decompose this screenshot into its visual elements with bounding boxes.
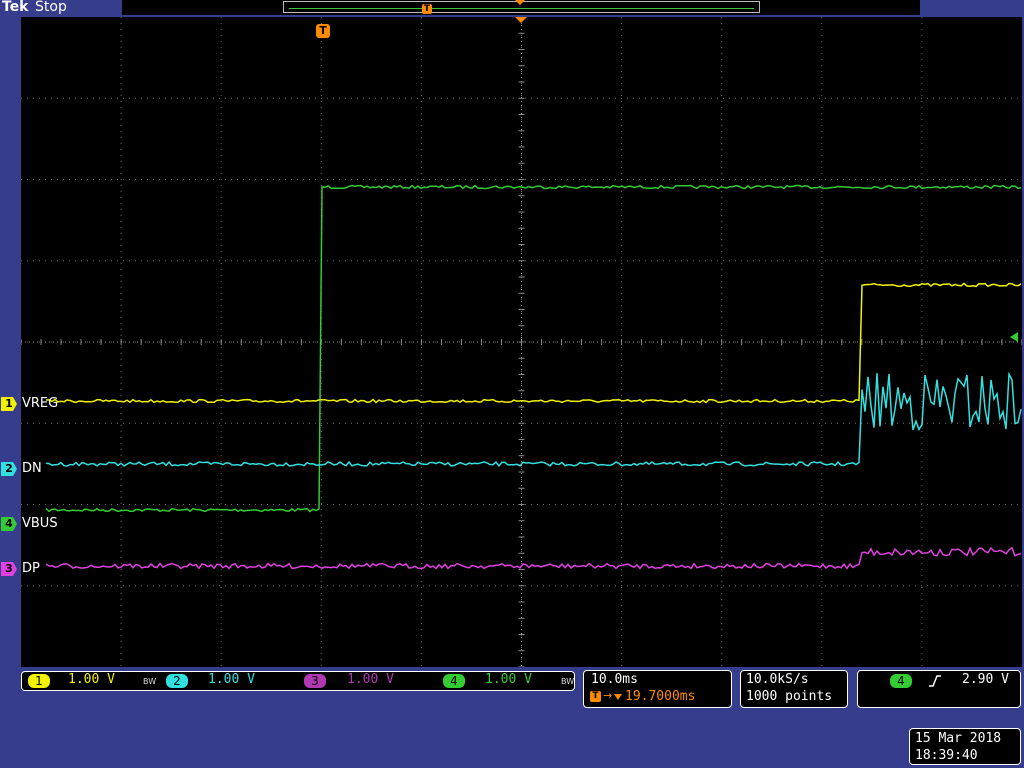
- horizontal-scale[interactable]: 10.0ms: [591, 672, 638, 687]
- trigger-position-icon[interactable]: T: [316, 24, 330, 38]
- ch1-ground-marker[interactable]: 1: [1, 397, 17, 411]
- ch4-label: VBUS: [22, 516, 58, 531]
- ch1-bw-limit: BW: [143, 677, 157, 686]
- ch3-scale[interactable]: 1.00 V: [347, 672, 394, 687]
- ch2-ground-marker[interactable]: 2: [1, 462, 17, 476]
- ch3-ground-marker[interactable]: 3: [1, 562, 17, 576]
- record-trigger-marker: T: [422, 4, 432, 14]
- ch4-bw-limit: BW: [561, 677, 575, 686]
- rising-edge-icon: [929, 675, 941, 687]
- record-length: 1000 points: [746, 689, 833, 704]
- record-center-marker: [515, 0, 525, 5]
- ch1-badge[interactable]: 1: [28, 674, 50, 688]
- run-state: Stop: [35, 0, 67, 15]
- trace-dn: [45, 371, 1022, 467]
- ch1-label: VREG: [22, 396, 59, 411]
- record-line: [289, 8, 754, 9]
- trace-dp: [45, 546, 1022, 570]
- trigger-delay-icon: T: [590, 691, 601, 702]
- ch2-scale[interactable]: 1.00 V: [208, 672, 255, 687]
- trace-vbus: [45, 184, 1022, 513]
- ch4-scale[interactable]: 1.00 V: [485, 672, 532, 687]
- trace-vreg: [45, 282, 1022, 404]
- trigger-level[interactable]: 2.90 V: [962, 672, 1009, 687]
- ch2-badge[interactable]: 2: [166, 674, 188, 688]
- trigger-level-icon[interactable]: [1010, 332, 1018, 342]
- ch3-label: DP: [22, 561, 40, 576]
- brand-label: Tek: [2, 0, 29, 15]
- date-display: 15 Mar 2018: [915, 731, 1002, 746]
- trigger-source-badge[interactable]: 4: [890, 674, 912, 688]
- ch4-badge[interactable]: 4: [443, 674, 465, 688]
- ch1-scale[interactable]: 1.00 V: [68, 672, 115, 687]
- ch4-ground-marker[interactable]: 4: [1, 517, 17, 531]
- sample-rate: 10.0kS/s: [746, 672, 809, 687]
- delay-arrow-icon: [614, 694, 622, 700]
- graticule: [21, 17, 1022, 667]
- expansion-point-icon: [515, 17, 527, 23]
- trigger-position[interactable]: 19.7000ms: [625, 689, 695, 704]
- ch2-label: DN: [22, 461, 42, 476]
- waveform-display[interactable]: [21, 17, 1022, 667]
- time-display: 18:39:40: [915, 748, 978, 763]
- arrow-right-icon: →: [603, 689, 613, 702]
- ch3-badge[interactable]: 3: [304, 674, 326, 688]
